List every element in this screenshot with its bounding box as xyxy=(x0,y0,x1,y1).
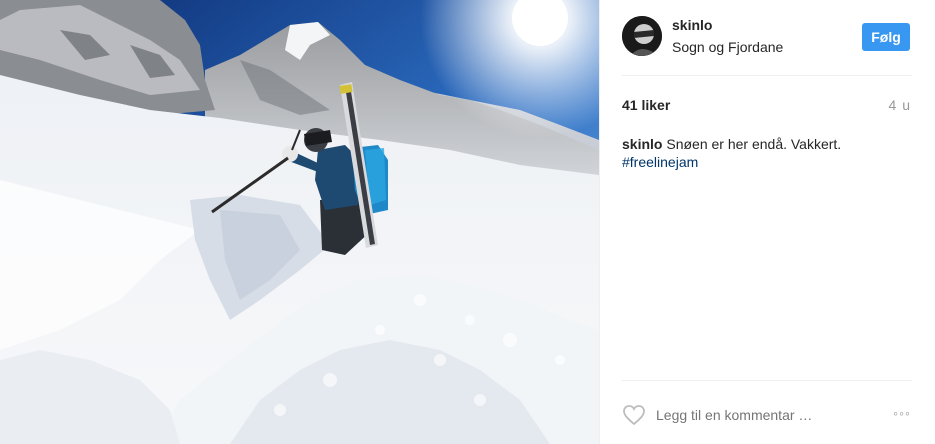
post-header: skinlo Sogn og Fjordane Følg xyxy=(622,16,912,58)
location-link[interactable]: Sogn og Fjordane xyxy=(672,39,783,55)
more-options-icon[interactable]: ◦◦◦ xyxy=(893,405,911,421)
avatar-image xyxy=(622,16,662,56)
caption-username[interactable]: skinlo xyxy=(622,136,662,152)
heart-icon-svg xyxy=(623,405,645,426)
skier-photo-image xyxy=(0,0,599,444)
likes-count[interactable]: 41 liker xyxy=(622,97,670,113)
follow-button[interactable]: Følg xyxy=(862,23,910,51)
header-divider xyxy=(622,75,912,76)
comment-input[interactable] xyxy=(656,404,846,426)
post-side-panel: skinlo Sogn og Fjordane Følg 41 liker 4 … xyxy=(599,0,935,444)
hashtag-link[interactable]: #freelinejam xyxy=(622,153,912,171)
avatar[interactable] xyxy=(622,16,662,56)
caption-text: Snøen er her endå. Vakkert. xyxy=(662,136,842,152)
post-caption: skinlo Snøen er her endå. Vakkert. #free… xyxy=(622,135,912,171)
post-photo[interactable] xyxy=(0,0,599,444)
heart-icon[interactable] xyxy=(622,404,646,426)
username-link[interactable]: skinlo xyxy=(672,17,712,33)
post-time[interactable]: 4 u xyxy=(889,97,911,113)
comment-divider xyxy=(622,380,912,381)
